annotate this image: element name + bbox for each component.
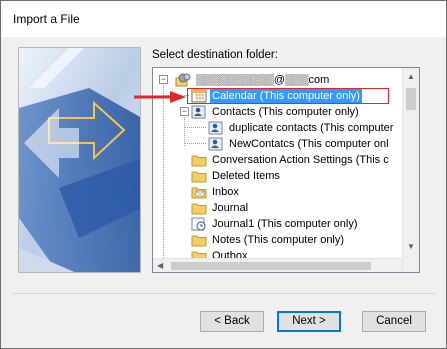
tree-item-label: Conversation Action Settings (This c	[212, 154, 389, 166]
collapse-root-button[interactable]: −	[159, 75, 168, 84]
import-file-dialog: Import a File Select destination folder:…	[0, 0, 447, 349]
tree-root-item[interactable]: ▒▒▒▒▒▒▒▒▒▒@▒▒▒com	[175, 72, 331, 88]
scroll-up-icon[interactable]: ▲	[403, 68, 419, 85]
back-button[interactable]: < Back	[200, 311, 264, 332]
folder-icon	[191, 171, 207, 183]
contacts-icon	[191, 105, 206, 119]
tree-item-duplicate-contacts[interactable]: duplicate contacts (This computer	[208, 120, 395, 136]
tree-item-label: Notes (This computer only)	[212, 234, 345, 246]
destination-folder-label: Select destination folder:	[152, 49, 278, 61]
next-button[interactable]: Next >	[277, 311, 341, 332]
red-arrow-icon	[134, 91, 186, 103]
inbox-icon	[191, 187, 207, 199]
window-title: Import a File	[13, 12, 80, 26]
root-account-label: ▒▒▒▒▒▒▒▒▒▒@▒▒▒com	[196, 74, 330, 86]
contacts-icon	[208, 121, 223, 135]
folder-icon	[191, 235, 207, 247]
tree-item-deleted-items[interactable]: Deleted Items	[191, 168, 282, 184]
cancel-button[interactable]: Cancel	[362, 311, 426, 332]
horizontal-scrollbar[interactable]: ◀	[153, 258, 403, 272]
mailbox-icon	[175, 73, 191, 87]
tree-item-journal[interactable]: Journal	[191, 200, 250, 216]
highlight-box	[187, 88, 389, 104]
tree-item-conversation-action-settings[interactable]: Conversation Action Settings (This c	[191, 152, 391, 168]
folder-icon	[191, 203, 207, 215]
journal-icon	[191, 217, 206, 231]
footer-separator	[13, 293, 435, 294]
contacts-icon	[208, 137, 223, 151]
tree-connector	[163, 80, 164, 272]
tree-item-contacts[interactable]: Contacts (This computer only)	[191, 104, 361, 120]
tree-item-label: NewContatcs (This computer onl	[229, 138, 389, 150]
vertical-scrollbar[interactable]: ▲ ▼	[402, 68, 419, 272]
scroll-down-icon[interactable]: ▼	[403, 238, 419, 255]
tree-item-notes[interactable]: Notes (This computer only)	[191, 232, 346, 248]
scroll-left-icon[interactable]: ◀	[157, 261, 163, 270]
horizontal-scroll-thumb[interactable]	[171, 262, 371, 270]
tree-item-newcontatcs[interactable]: NewContatcs (This computer onl	[208, 136, 391, 152]
collapse-contacts-button[interactable]: −	[180, 107, 189, 116]
tree-item-label: duplicate contacts (This computer	[229, 122, 394, 134]
vertical-scroll-thumb[interactable]	[406, 88, 416, 110]
tree-item-label: Deleted Items	[212, 170, 280, 182]
tree-item-journal1[interactable]: Journal1 (This computer only)	[191, 216, 360, 232]
tree-item-label: Journal	[212, 202, 249, 214]
tree-connector	[184, 143, 206, 144]
tree-connector	[184, 127, 206, 128]
tree-connector	[184, 112, 185, 146]
wizard-banner-image	[18, 47, 141, 273]
tree-item-label: Contacts (This computer only)	[212, 106, 359, 118]
tree-item-label: Journal1 (This computer only)	[212, 218, 358, 230]
tree-item-label: Inbox	[212, 186, 239, 198]
folder-icon	[191, 155, 207, 167]
tree-item-inbox[interactable]: Inbox	[191, 184, 241, 200]
title-bar: Import a File	[1, 1, 446, 37]
